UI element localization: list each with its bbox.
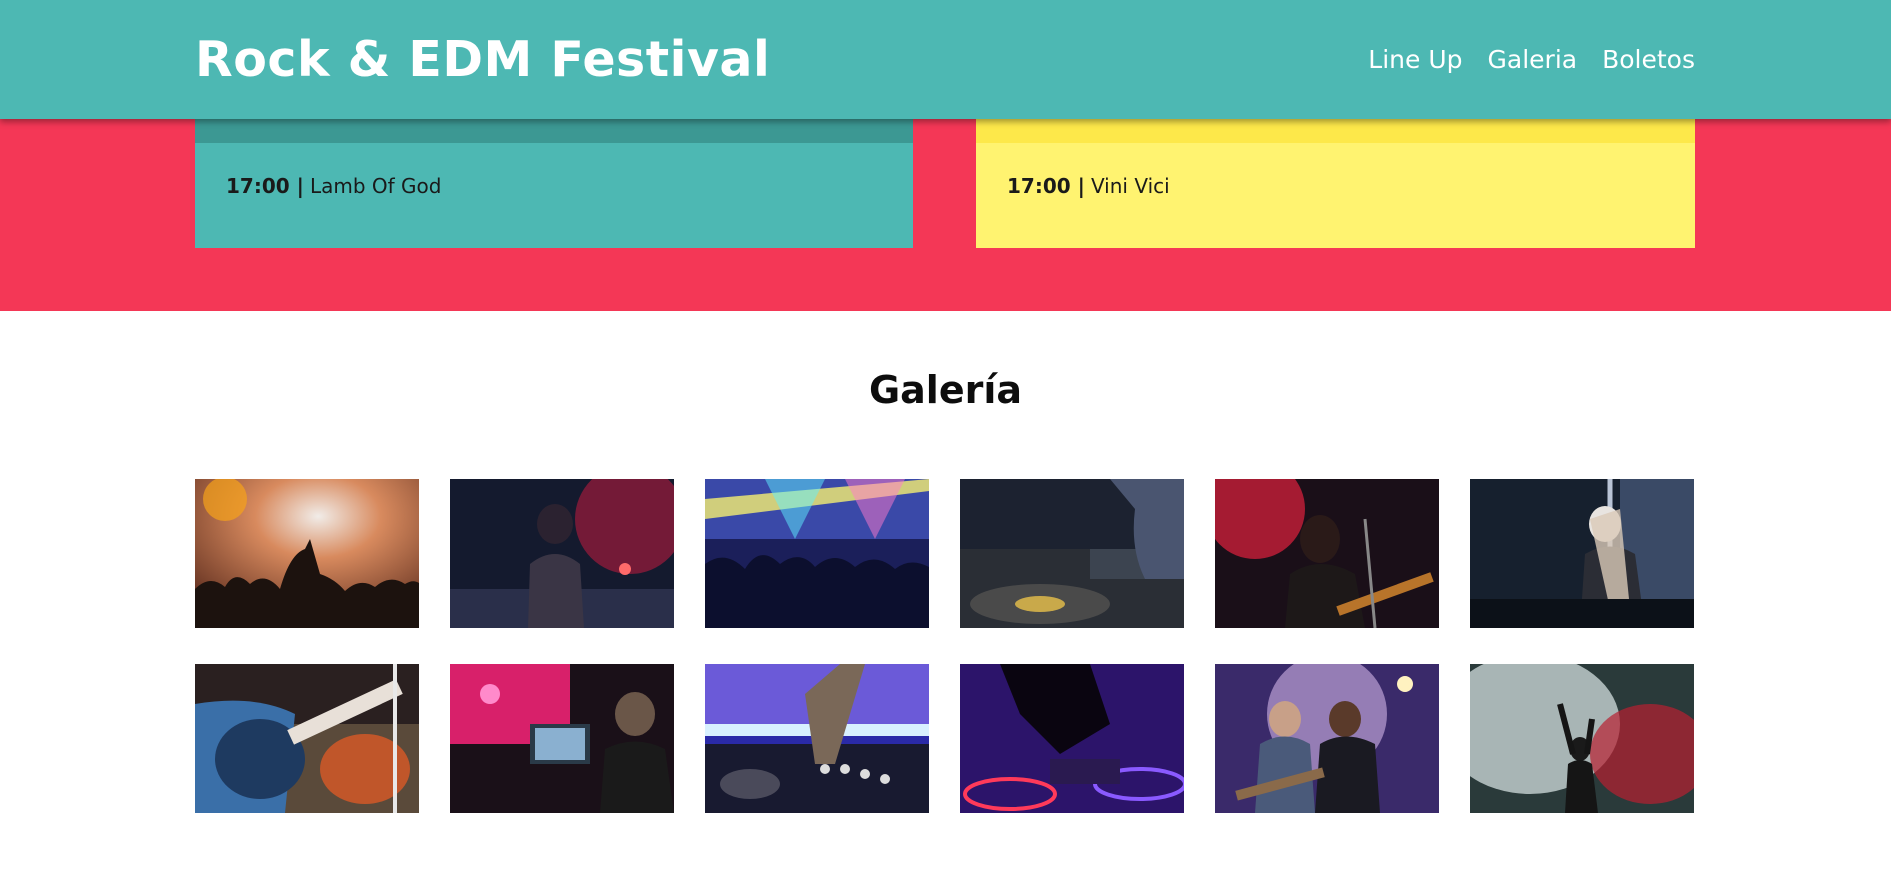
- artist-name: Lamb Of God: [309, 174, 442, 198]
- female-dj-photo[interactable]: [1470, 479, 1694, 628]
- set-time: 17:00 |: [226, 174, 304, 198]
- set-time: 17:00 |: [1007, 174, 1085, 198]
- nav-link-lineup[interactable]: Line Up: [1368, 45, 1462, 74]
- dj-turntable-photo[interactable]: [960, 479, 1184, 628]
- smoke-performer-photo[interactable]: [1470, 664, 1694, 813]
- nav-link-galeria[interactable]: Galeria: [1488, 45, 1578, 74]
- rock-duo-photo[interactable]: [1215, 664, 1439, 813]
- slot-header-strip: [195, 119, 913, 143]
- nav-link-boletos[interactable]: Boletos: [1602, 45, 1695, 74]
- gallery-title: Galería: [868, 368, 1023, 412]
- site-header: Rock & EDM Festival Line Up Galeria Bole…: [0, 0, 1891, 119]
- slot-header-strip: [976, 119, 1695, 143]
- stage-lights-photo[interactable]: [705, 479, 929, 628]
- lineup-entry: 17:00 | Vini Vici: [1007, 174, 1170, 198]
- site-title[interactable]: Rock & EDM Festival: [195, 31, 770, 88]
- lineup-slot-edm: 17:00 | Vini Vici: [976, 119, 1695, 248]
- crowd-photo[interactable]: [195, 479, 419, 628]
- artist-name: Vini Vici: [1090, 174, 1170, 198]
- main-nav: Line Up Galeria Boletos: [1368, 45, 1695, 74]
- guitarist-photo[interactable]: [1215, 479, 1439, 628]
- dj-decks-photo[interactable]: [960, 664, 1184, 813]
- lineup-slot-rock: 17:00 | Lamb Of God: [195, 119, 913, 248]
- singer-photo[interactable]: [450, 479, 674, 628]
- dj-mixer-photo[interactable]: [705, 664, 929, 813]
- guitar-hands-photo[interactable]: [195, 664, 419, 813]
- lineup-entry: 17:00 | Lamb Of God: [226, 174, 441, 198]
- dj-laptop-photo[interactable]: [450, 664, 674, 813]
